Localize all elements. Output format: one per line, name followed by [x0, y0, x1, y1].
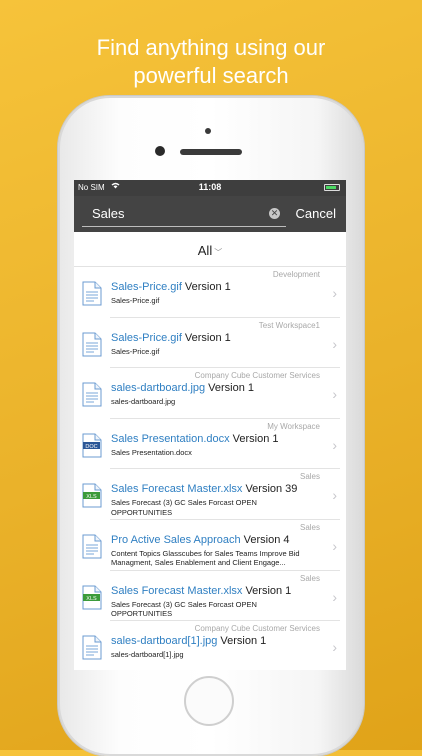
- results-list: Development Sales-Price.gif Version 1 Sales…: [74, 267, 346, 670]
- generic-document-icon: [82, 281, 102, 306]
- cancel-button[interactable]: Cancel: [296, 206, 336, 221]
- xls-icon: XLS: [82, 483, 102, 508]
- result-row[interactable]: Test Workspace1 Sales-Price.gif Version 1S…: [74, 318, 346, 369]
- file-subtitle: Sales Forecast (3) GC Sales Forcast OPEN…: [111, 498, 257, 517]
- battery-icon: [324, 184, 340, 191]
- result-row[interactable]: Company Cube Customer Services sales-dart…: [74, 621, 346, 670]
- result-row[interactable]: My Workspace DOC Sales Presentation.docx Ve…: [74, 419, 346, 470]
- file-title-link[interactable]: Pro Active Sales Approach: [111, 534, 241, 546]
- filter-bar: All ﹀: [74, 232, 346, 267]
- doc-icon: DOC: [82, 433, 102, 458]
- chevron-right-icon: ›: [332, 436, 337, 453]
- chevron-right-icon: ›: [332, 487, 337, 504]
- version-label: Version 1: [184, 331, 231, 344]
- workspace-label: Test Workspace1: [258, 320, 320, 330]
- workspace-label: My Workspace: [267, 421, 320, 431]
- result-row[interactable]: Sales XLS Sales Forecast Master.xlsx Versio…: [74, 469, 346, 520]
- front-camera: [155, 146, 165, 156]
- workspace-label: Company Cube Customer Services: [194, 624, 320, 634]
- file-title-link[interactable]: Sales Forecast Master.xlsx: [111, 483, 242, 495]
- status-time: 11:08: [198, 182, 222, 192]
- file-subtitle: Content Topics Glasscubes for Sales Team…: [111, 548, 300, 568]
- file-subtitle: Sales-Price.gif: [111, 346, 160, 356]
- version-label: Version 1: [184, 281, 231, 293]
- workspace-label: Company Cube Customer Services: [194, 371, 320, 381]
- version-label: Version 1: [208, 382, 255, 395]
- version-label: Version 1: [245, 584, 292, 597]
- file-title-link[interactable]: sales-dartboard.jpg: [111, 382, 205, 394]
- phone-frame: No SIM 11:08 ✕ Cancel All﹀ Development Sa…: [58, 96, 364, 756]
- generic-document-icon: [82, 534, 102, 559]
- status-bar: No SIM 11:08: [74, 180, 346, 196]
- doc-icon-label: DOC: [85, 444, 97, 450]
- chevron-right-icon: ›: [332, 639, 337, 656]
- result-row[interactable]: Company Cube Customer Services sales-dart…: [74, 368, 346, 419]
- search-field: ✕: [82, 204, 286, 227]
- filter-dropdown[interactable]: All ﹀: [198, 243, 222, 258]
- app-screen: No SIM 11:08 ✕ Cancel All﹀ Development Sa…: [74, 180, 346, 670]
- workspace-label: Development: [272, 270, 320, 279]
- xls-icon: XLS: [82, 585, 102, 610]
- camera-dot: [205, 128, 211, 134]
- search-input[interactable]: [92, 206, 262, 221]
- version-label: Version 1: [232, 432, 279, 445]
- headline-line-1: Find anything using our: [96, 35, 326, 60]
- chevron-right-icon: ›: [332, 537, 337, 554]
- result-title-line: Sales-Price.gif Version 1: [111, 332, 318, 344]
- result-title-line: Sales Forecast Master.xlsx Version 39: [111, 483, 318, 495]
- home-button[interactable]: [184, 676, 234, 726]
- xls-icon-label: XLS: [86, 596, 97, 602]
- file-subtitle: Sales Presentation.docx: [111, 447, 192, 457]
- file-title-link[interactable]: Sales Forecast Master.xlsx: [111, 585, 242, 597]
- chevron-right-icon: ›: [332, 588, 337, 605]
- file-title-link[interactable]: Sales-Price.gif: [111, 281, 182, 293]
- chevron-right-icon: ›: [332, 285, 337, 301]
- result-title-line: sales-dartboard[1].jpg Version 1: [111, 635, 318, 647]
- workspace-label: Sales: [299, 472, 320, 482]
- chevron-right-icon: ›: [332, 335, 337, 352]
- file-subtitle: Sales Forecast (3) GC Sales Forcast OPEN…: [111, 599, 257, 619]
- generic-document-icon: [82, 382, 102, 407]
- search-bar: ✕ Cancel: [74, 196, 346, 232]
- version-label: Version 39: [245, 483, 298, 496]
- file-subtitle: sales-dartboard[1].jpg: [111, 650, 184, 660]
- filter-label: All: [197, 243, 213, 258]
- result-row[interactable]: Sales XLS Sales Forecast Master.xlsx Versio…: [74, 571, 346, 622]
- clear-icon[interactable]: ✕: [269, 208, 280, 219]
- version-label: Version 1: [220, 635, 267, 648]
- chevron-down-icon: ﹀: [214, 248, 223, 257]
- promo-headline: Find anything using our powerful search: [0, 34, 422, 90]
- version-label: Version 4: [243, 533, 290, 546]
- generic-document-icon: [82, 332, 102, 357]
- workspace-label: Sales: [299, 522, 320, 532]
- result-title-line: Sales Presentation.docx Version 1: [111, 433, 318, 445]
- result-row[interactable]: Sales Pro Active Sales Approach Version 4 C…: [74, 520, 346, 571]
- file-subtitle: Sales-Price.gif: [111, 296, 160, 305]
- workspace-label: Sales: [299, 573, 320, 583]
- file-title-link[interactable]: Sales-Price.gif: [111, 332, 182, 344]
- generic-document-icon: [82, 635, 102, 660]
- result-title-line: Sales-Price.gif Version 1: [111, 281, 318, 293]
- result-title-line: Sales Forecast Master.xlsx Version 1: [111, 585, 318, 597]
- file-subtitle: sales-dartboard.jpg: [111, 397, 176, 407]
- chevron-right-icon: ›: [332, 386, 337, 403]
- result-row[interactable]: Development Sales-Price.gif Version 1 Sales…: [74, 267, 346, 318]
- earpiece-speaker: [180, 149, 242, 155]
- file-title-link[interactable]: sales-dartboard[1].jpg: [111, 635, 217, 647]
- xls-icon-label: XLS: [86, 494, 97, 500]
- file-title-link[interactable]: Sales Presentation.docx: [111, 433, 230, 445]
- result-title-line: sales-dartboard.jpg Version 1: [111, 382, 318, 394]
- result-title-line: Pro Active Sales Approach Version 4: [111, 534, 318, 546]
- headline-line-2: powerful search: [133, 63, 289, 88]
